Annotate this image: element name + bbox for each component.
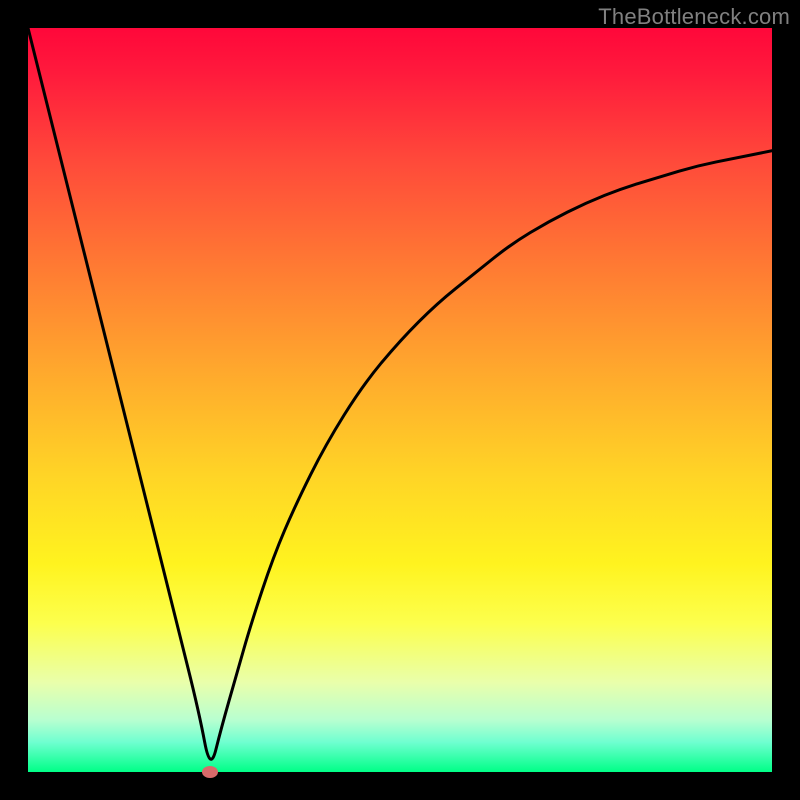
curve-svg: [28, 28, 772, 772]
minimum-marker: [202, 766, 218, 778]
plot-area: [28, 28, 772, 772]
chart-frame: TheBottleneck.com: [0, 0, 800, 800]
watermark-text: TheBottleneck.com: [598, 4, 790, 30]
bottleneck-curve: [28, 28, 772, 759]
